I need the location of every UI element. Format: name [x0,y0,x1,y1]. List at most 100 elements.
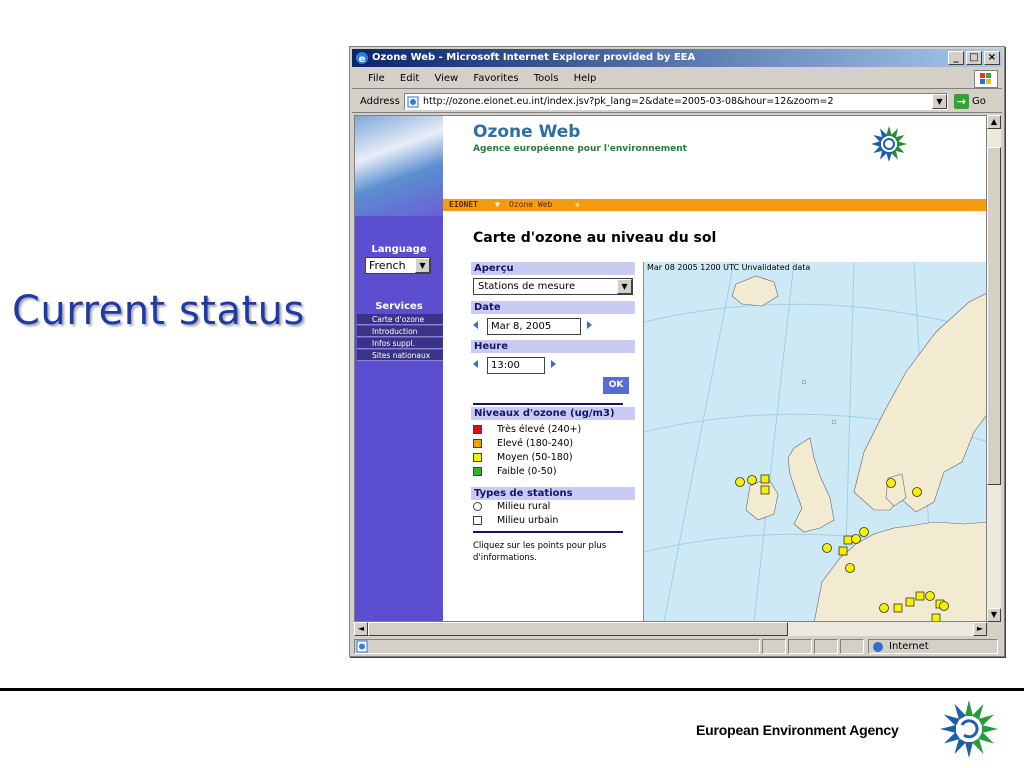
station-marker[interactable] [931,613,941,622]
station-marker[interactable] [760,474,770,484]
hour-stepper: 13:00 [471,355,635,377]
station-type-label: Milieu urbain [497,515,559,526]
minimize-button[interactable]: _ [948,51,964,65]
station-marker[interactable] [886,478,896,488]
station-marker[interactable] [747,475,757,485]
menu-favorites[interactable]: Favorites [467,69,524,88]
legend-swatch [473,467,482,476]
service-introduction[interactable]: Introduction [357,326,443,337]
legend-item-high: Elevé (180-240) [471,437,635,451]
menu-file[interactable]: File [362,69,391,88]
station-marker[interactable] [905,597,915,607]
station-marker[interactable] [893,603,903,613]
station-marker[interactable] [843,535,853,545]
menu-view[interactable]: View [428,69,464,88]
divider [473,531,623,533]
zone-label: Internet [889,641,929,652]
breadcrumb: EIONET ▼ Ozone Web ◆ [443,199,986,211]
vertical-scrollbar[interactable]: ▲ ▼ [987,115,1001,622]
window-title: Ozone Web - Microsoft Internet Explorer … [372,52,696,63]
station-marker[interactable] [838,546,848,556]
station-types-title: Types de stations [471,487,635,500]
land-scandinavia [853,293,986,513]
legend-item-very-high: Très élevé (240+) [471,423,635,437]
go-arrow-icon: → [954,94,969,109]
address-dropdown-button[interactable]: ▼ [932,94,947,109]
go-button[interactable]: → Go [954,94,986,109]
chevron-down-icon[interactable]: ▼ [617,279,632,294]
date-input[interactable]: Mar 8, 2005 [487,318,581,335]
hour-label: Heure [471,340,635,353]
horizontal-scrollbar[interactable]: ◄ ► [354,622,987,636]
station-marker[interactable] [851,534,861,544]
scroll-left-button[interactable]: ◄ [354,622,368,636]
scroll-down-button[interactable]: ▼ [987,608,1001,622]
overview-value: Stations de mesure [478,281,576,292]
service-carte-ozone[interactable]: Carte d'ozone [357,314,443,325]
language-value: French [369,259,406,272]
ie-icon: e [356,52,368,65]
station-marker[interactable] [845,563,855,573]
station-marker[interactable] [859,527,869,537]
vertical-scroll-thumb[interactable] [987,147,1001,485]
breadcrumb-ozone-web[interactable]: Ozone Web [509,199,552,211]
window-controls: _ □ × [948,51,1000,65]
map-canvas[interactable] [644,262,987,622]
chevron-down-icon[interactable]: ▼ [415,258,430,273]
menu-help[interactable]: Help [568,69,603,88]
service-infos-suppl[interactable]: Infos suppl. [357,338,443,349]
scroll-right-button[interactable]: ► [973,622,987,636]
go-label: Go [972,96,986,107]
date-value: Mar 8, 2005 [491,321,552,332]
status-bar: Internet [352,638,1002,655]
overview-label: Aperçu [471,262,635,275]
menu-bar: File Edit View Favorites Tools Help [352,69,1002,89]
slide-title: Current status [12,288,305,334]
left-nav: Language French ▼ Services Carte d'ozone… [355,116,443,621]
station-marker[interactable] [822,543,832,553]
horizontal-scroll-thumb[interactable] [368,622,788,636]
station-marker[interactable] [760,485,770,495]
address-input[interactable]: http://ozone.eionet.eu.int/index.jsv?pk_… [404,93,948,110]
next-hour-icon[interactable] [551,360,556,368]
service-sites-nationaux[interactable]: Sites nationaux [357,350,443,361]
maximize-button[interactable]: □ [966,51,982,65]
eea-logo-icon [871,126,907,162]
date-stepper: Mar 8, 2005 [471,316,635,338]
ozone-map[interactable]: Mar 08 2005 1200 UTC Unvalidated data [643,262,987,622]
menu-edit[interactable]: Edit [394,69,425,88]
station-marker[interactable] [939,601,949,611]
title-bar: e Ozone Web - Microsoft Internet Explore… [352,49,1002,67]
station-marker[interactable] [915,591,925,601]
station-marker[interactable] [879,603,889,613]
land-great-britain [787,437,835,533]
next-date-icon[interactable] [587,321,592,329]
security-zone: Internet [868,639,998,654]
station-type-urban: Milieu urbain [471,514,635,528]
page-viewport: Language French ▼ Services Carte d'ozone… [354,115,987,622]
site-title: Ozone Web [473,122,581,142]
date-label: Date [471,301,635,314]
legend-label: Elevé (180-240) [497,438,574,449]
breadcrumb-eionet[interactable]: EIONET [449,199,478,211]
hour-input[interactable]: 13:00 [487,357,545,374]
station-marker[interactable] [912,487,922,497]
language-label: Language [371,244,427,255]
close-button[interactable]: × [984,51,1000,65]
windows-logo-icon [974,70,998,88]
previous-date-icon[interactable] [473,321,478,329]
previous-hour-icon[interactable] [473,360,478,368]
services-label: Services [375,301,423,312]
ok-button[interactable]: OK [603,377,629,394]
nav-banner [355,116,443,216]
station-type-label: Milieu rural [497,501,551,512]
browser-window: e Ozone Web - Microsoft Internet Explore… [349,46,1005,657]
site-subtitle: Agence européenne pour l'environnement [473,144,687,154]
scroll-up-button[interactable]: ▲ [987,115,1001,129]
station-marker[interactable] [925,591,935,601]
language-select[interactable]: French ▼ [365,257,431,274]
station-marker[interactable] [735,477,745,487]
overview-select[interactable]: Stations de mesure ▼ [473,278,633,295]
svg-text:e: e [359,54,366,65]
menu-tools[interactable]: Tools [528,69,565,88]
